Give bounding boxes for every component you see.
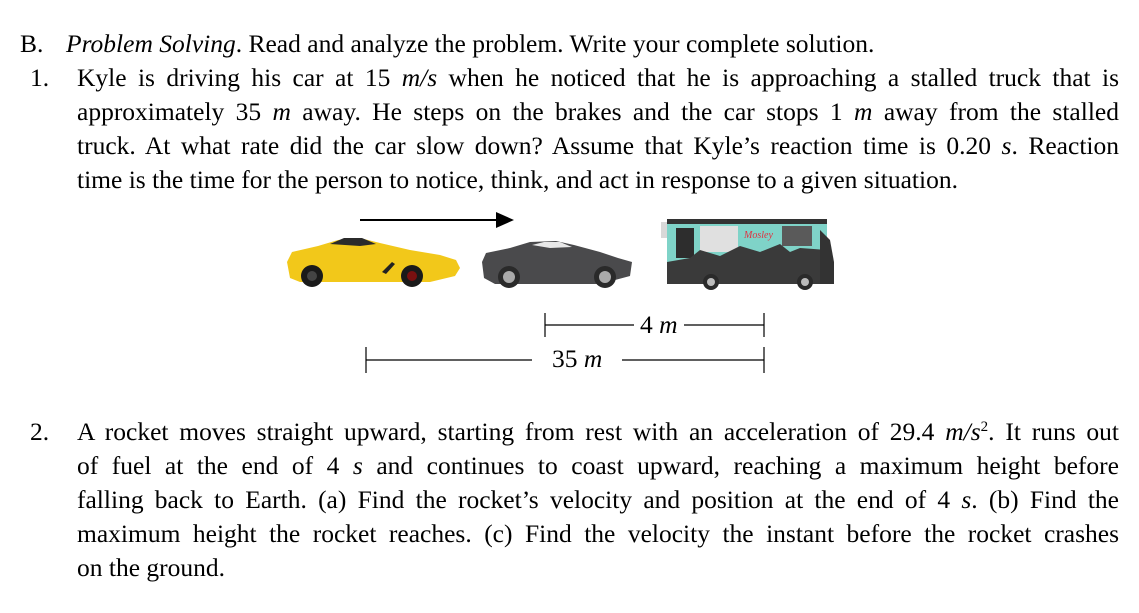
problem-1-number: 1. <box>30 63 50 92</box>
problem-2-line-5: on the ground. <box>77 553 226 582</box>
problem-1-line-3: truck. At what rate did the car slow dow… <box>77 131 1119 160</box>
food-truck-image: Mosley <box>661 219 834 290</box>
problem-1-line-1: Kyle is driving his car at 15 m/s when h… <box>77 63 1119 92</box>
section-letter: B. <box>20 29 44 58</box>
problem-1-line-2: approximately 35 m away. He steps on the… <box>77 97 1119 126</box>
dimension-35m-label: 35 m <box>532 344 623 374</box>
dimension-35m <box>365 347 765 373</box>
svg-text:Mosley: Mosley <box>743 230 773 241</box>
dimension-4m-label: 4 m <box>634 310 684 340</box>
dark-car-image <box>482 241 632 288</box>
problem-2-line-3: falling back to Earth. (a) Find the rock… <box>77 485 1119 514</box>
direction-arrow-icon <box>360 212 514 228</box>
dimension-4m <box>544 313 765 337</box>
section-instructions: . Read and analyze the problem. Write yo… <box>235 29 875 58</box>
problem-2-number: 2. <box>30 417 50 446</box>
problem-1-line-4: time is the time for the person to notic… <box>77 165 958 194</box>
problem-2-line-2: of fuel at the end of 4 s and continues … <box>77 451 1119 480</box>
section-heading: Problem Solving. Read and analyze the pr… <box>66 27 874 61</box>
yellow-car-image <box>287 238 460 287</box>
problem-2-line-4: maximum height the rocket reaches. (c) F… <box>77 519 1119 548</box>
problem-2-line-1: A rocket moves straight upward, starting… <box>77 417 1119 446</box>
section-title: Problem Solving <box>66 29 236 58</box>
